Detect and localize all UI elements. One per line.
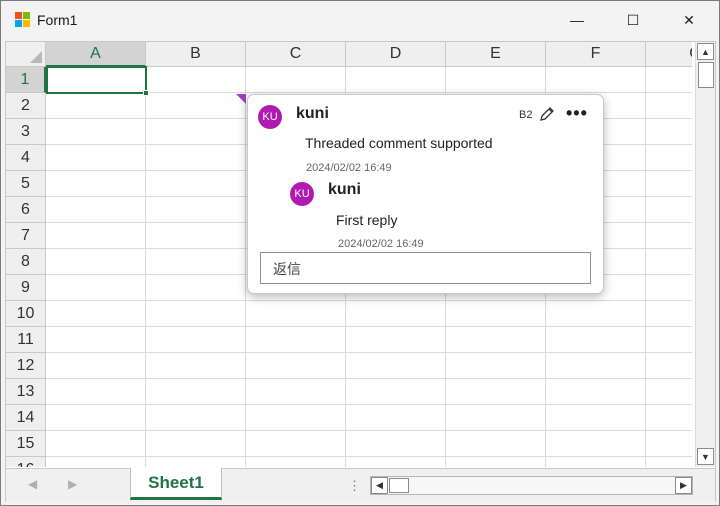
row-header-1[interactable]: 1 bbox=[6, 67, 46, 93]
maximize-button[interactable]: ☐ bbox=[610, 1, 656, 39]
scroll-up-button[interactable]: ▲ bbox=[697, 43, 714, 60]
column-header-e[interactable]: E bbox=[446, 42, 546, 67]
vertical-scrollbar[interactable]: ▲ ▼ bbox=[695, 42, 715, 467]
column-header-b[interactable]: B bbox=[146, 42, 246, 67]
title-bar[interactable]: Form1 — ☐ ✕ bbox=[1, 1, 719, 39]
row-header-11[interactable]: 11 bbox=[6, 327, 46, 353]
row-header-15[interactable]: 15 bbox=[6, 431, 46, 457]
row-header-16[interactable]: 16 bbox=[6, 457, 46, 467]
scroll-left-button[interactable]: ◀ bbox=[371, 477, 388, 494]
row-header-8[interactable]: 8 bbox=[6, 249, 46, 275]
column-header-f[interactable]: F bbox=[546, 42, 646, 67]
more-options-button[interactable]: ••• bbox=[566, 103, 588, 124]
comment-timestamp: 2024/02/02 16:49 bbox=[306, 162, 392, 174]
window-title: Form1 bbox=[37, 12, 78, 28]
next-sheet-icon[interactable]: ▶ bbox=[68, 477, 77, 491]
minimize-button[interactable]: — bbox=[554, 1, 600, 39]
reply-input[interactable]: 返信 bbox=[260, 252, 591, 284]
cell-reference: B2 bbox=[519, 109, 533, 121]
close-button[interactable]: ✕ bbox=[666, 1, 712, 39]
row-header-2[interactable]: 2 bbox=[6, 93, 46, 119]
vertical-scroll-thumb[interactable] bbox=[698, 62, 714, 88]
tab-splitter-handle[interactable]: ⋮ bbox=[348, 478, 361, 494]
sheet-tab-sheet1[interactable]: Sheet1 bbox=[130, 468, 222, 500]
horizontal-scrollbar[interactable]: ◀ ▶ bbox=[370, 476, 693, 495]
app-icon bbox=[15, 12, 31, 28]
threaded-comment-popup: KU kuni B2 ••• Threaded comment supporte… bbox=[247, 94, 604, 294]
column-header-c[interactable]: C bbox=[246, 42, 346, 67]
horizontal-scroll-thumb[interactable] bbox=[389, 478, 409, 493]
row-header-10[interactable]: 10 bbox=[6, 301, 46, 327]
reply-timestamp: 2024/02/02 16:49 bbox=[338, 238, 424, 250]
reply-text: First reply bbox=[336, 212, 398, 228]
row-header-3[interactable]: 3 bbox=[6, 119, 46, 145]
comment-text: Threaded comment supported bbox=[305, 135, 493, 151]
selected-cell-a1[interactable] bbox=[46, 66, 147, 94]
comment-indicator-icon bbox=[236, 94, 246, 104]
row-header-6[interactable]: 6 bbox=[6, 197, 46, 223]
reply-author: kuni bbox=[328, 181, 361, 198]
column-header-a[interactable]: A bbox=[46, 42, 146, 67]
fill-handle[interactable] bbox=[143, 90, 149, 96]
scroll-down-button[interactable]: ▼ bbox=[697, 448, 714, 465]
row-header-5[interactable]: 5 bbox=[6, 171, 46, 197]
edit-pencil-icon[interactable] bbox=[538, 105, 556, 123]
avatar: KU bbox=[258, 105, 282, 129]
row-header-9[interactable]: 9 bbox=[6, 275, 46, 301]
prev-sheet-icon[interactable]: ◀ bbox=[28, 477, 37, 491]
row-header-7[interactable]: 7 bbox=[6, 223, 46, 249]
row-header-14[interactable]: 14 bbox=[6, 405, 46, 431]
select-all-corner[interactable] bbox=[6, 42, 46, 67]
row-header-4[interactable]: 4 bbox=[6, 145, 46, 171]
sheet-bar: ◀ ▶ Sheet1 ⋮ ◀ ▶ bbox=[6, 468, 715, 502]
column-header-g[interactable]: G bbox=[646, 42, 692, 67]
scroll-right-button[interactable]: ▶ bbox=[675, 477, 692, 494]
app-window: Form1 — ☐ ✕ ABCDEFG123456789101112131415… bbox=[0, 0, 720, 506]
reply-avatar: KU bbox=[290, 182, 314, 206]
comment-author: kuni bbox=[296, 105, 329, 122]
column-header-d[interactable]: D bbox=[346, 42, 446, 67]
row-header-12[interactable]: 12 bbox=[6, 353, 46, 379]
row-header-13[interactable]: 13 bbox=[6, 379, 46, 405]
